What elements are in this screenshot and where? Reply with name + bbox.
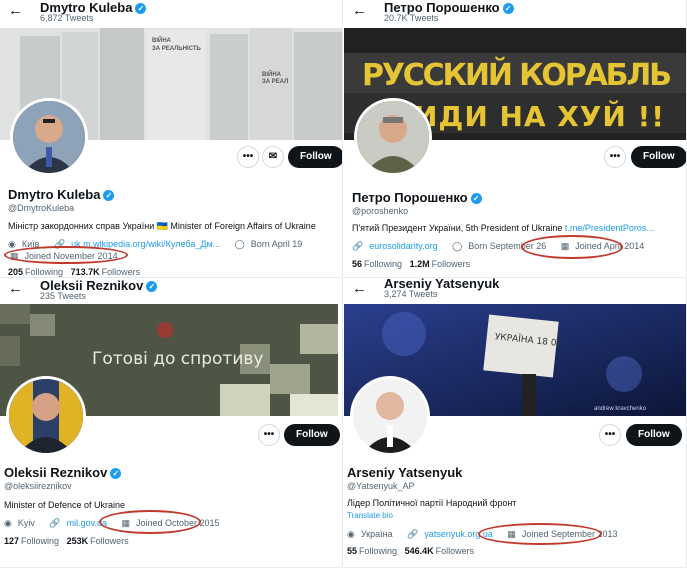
more-button[interactable]: ••• [599,424,621,446]
verified-badge-icon: ✓ [135,3,147,15]
verified-badge-icon: ✓ [470,193,482,205]
more-button[interactable]: ••• [258,424,280,446]
svg-text:ВІЙНА: ВІЙНА [262,70,282,78]
followers-count[interactable]: 253K [67,536,89,546]
follow-stats: 205 Following 713.7K Followers [8,267,140,277]
profile-header: ← Петро Порошенко ✓ 20.7K Tweets [344,0,686,24]
follow-stats: 127 Following 253K Followers [4,536,129,546]
following-label: Following [21,536,60,546]
following-label: Following [359,546,398,556]
avatar-image [13,101,85,173]
verified-badge-icon: ✓ [146,281,158,293]
handle: @poroshenko [352,206,409,216]
location-pin-icon: ◉ [8,239,16,249]
balloon-icon: ◯ [452,241,463,251]
avatar-image [9,379,83,453]
banner-credit: andrew kravchenko [594,406,647,412]
back-arrow-icon[interactable]: ← [352,280,367,297]
back-arrow-icon[interactable]: ← [8,280,23,297]
display-name: Петро Порошенко ✓ [352,190,482,205]
display-name: Oleksii Reznikov ✓ [4,465,122,480]
profile-panel-kuleba: ← Dmytro Kuleba ✓ 6,872 Tweets ВІЙНА ЗА Р… [0,0,343,278]
followers-label: Followers [90,536,129,546]
followers-label: Followers [435,546,475,556]
link-icon: 🔗 [49,518,61,528]
bio: П'ятий Президент України, 5th President … [352,223,654,233]
follow-button[interactable]: Follow [288,146,342,168]
avatar[interactable] [354,98,432,176]
follow-button[interactable]: Follow [284,424,340,446]
translate-bio-link[interactable]: Translate bio [347,511,393,520]
banner-text-1: РУССКИЙ КОРАБЛЬ [362,57,672,93]
avatar[interactable] [10,98,88,176]
followers-count[interactable]: 1.2M [410,259,430,269]
avatar-image [353,379,427,453]
follow-stats: 55 Following 546.4K Followers [347,546,474,556]
following-count[interactable]: 127 [4,536,19,546]
display-name: Arseniy Yatsenyuk [347,465,463,480]
annotation-circle [521,235,623,259]
profile-header: ← Dmytro Kuleba ✓ 6,872 Tweets [0,0,342,24]
followers-count[interactable]: 713.7K [71,267,100,277]
follow-button[interactable]: Follow [631,146,686,168]
tweet-count: 235 Tweets [40,291,86,301]
back-arrow-icon[interactable]: ← [8,2,23,19]
location: ◉ Kyiv [4,518,35,528]
annotation-circle [99,510,201,534]
bio: Minister of Defence of Ukraine [4,500,126,510]
bio: Лідер Політичної партії Народний фронт [347,498,517,508]
svg-text:ЗА РЕАЛ: ЗА РЕАЛ [262,79,288,85]
avatar[interactable] [350,376,430,456]
bio: Міністр закордонних справ України 🇺🇦 Min… [8,221,316,231]
followers-label: Followers [101,267,141,277]
profile-panel-poroshenko: ← Петро Порошенко ✓ 20.7K Tweets РУССКИЙ … [344,0,687,278]
handle: @DmytroKuleba [8,203,75,213]
following-count[interactable]: 205 [8,267,23,277]
followers-label: Followers [431,259,471,269]
svg-text:ЗА РЕАЛЬНІСТЬ: ЗА РЕАЛЬНІСТЬ [152,46,202,52]
born-date: ◯ Born April 19 [234,239,303,249]
location-pin-icon: ◉ [4,518,12,528]
handle: @oleksiireznikov [4,481,72,491]
followers-count[interactable]: 546.4K [405,546,434,556]
following-label: Following [25,267,64,277]
profile-panel-yatsenyuk: ← Arseniy Yatsenyuk 3,274 Tweets УКРАЇНА… [344,278,687,568]
bio-link[interactable]: t.me/PresidentPoros... [565,223,654,233]
message-button[interactable]: ✉ [262,146,284,168]
verified-badge-icon: ✓ [103,190,115,202]
tweet-count: 3,274 Tweets [384,289,438,299]
banner-text-2: ИДИ НА ХУЙ !! [414,99,664,133]
location-pin-icon: ◉ [347,529,355,539]
banner-text: Готові до спротиву [92,349,263,369]
following-count[interactable]: 56 [352,259,362,269]
balloon-icon: ◯ [234,239,245,249]
tweet-count: 6,872 Tweets [40,13,94,23]
website-link[interactable]: 🔗 eurosolidarity.org [352,241,444,251]
handle: @Yatsenyuk_AP [347,481,415,491]
follow-button[interactable]: Follow [626,424,682,446]
svg-text:ВІЙНА: ВІЙНА [152,36,172,44]
more-button[interactable]: ••• [604,146,626,168]
annotation-circle [478,523,602,545]
profile-header: ← Arseniy Yatsenyuk 3,274 Tweets [344,278,686,302]
tweet-count: 20.7K Tweets [384,13,439,23]
annotation-circle [4,246,128,264]
verified-badge-icon: ✓ [110,468,122,480]
display-name: Dmytro Kuleba ✓ [8,187,115,202]
verified-badge-icon: ✓ [502,3,514,15]
location: ◉ Україна [347,529,393,539]
more-button[interactable]: ••• [237,146,259,168]
link-icon: 🔗 [352,241,364,251]
back-arrow-icon[interactable]: ← [352,2,367,19]
following-label: Following [364,259,403,269]
follow-stats: 56 Following 1.2M Followers [352,259,470,269]
following-count[interactable]: 55 [347,546,357,556]
avatar-image [357,101,429,173]
link-icon: 🔗 [407,529,419,539]
avatar[interactable] [6,376,86,456]
profile-header: ← Oleksii Reznikov ✓ 235 Tweets [0,278,342,302]
profile-panel-reznikov: ← Oleksii Reznikov ✓ 235 Tweets Готові до… [0,278,343,568]
